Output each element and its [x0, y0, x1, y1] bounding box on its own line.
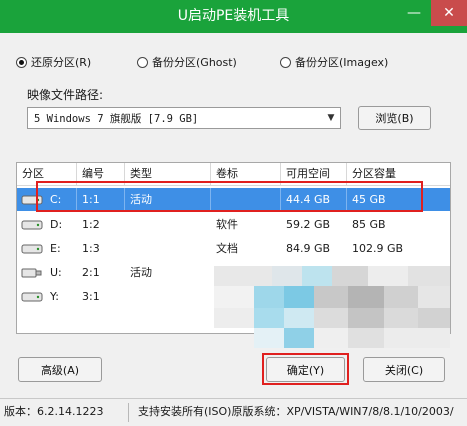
cell-partition: Y:: [50, 290, 59, 303]
radio-backup-imagex[interactable]: 备份分区(Imagex): [280, 54, 388, 70]
radio-unselected-icon[interactable]: [280, 56, 291, 68]
cell-free-space: 59.2 GB: [286, 218, 331, 231]
pixelated-redaction: [214, 266, 450, 348]
radio-restore-partition[interactable]: 还原分区(R): [16, 54, 91, 70]
cell-number: 1:3: [82, 242, 100, 255]
cell-type: 活动: [130, 266, 152, 279]
cell-number: 3:1: [82, 290, 100, 303]
radio-label: 备份分区(Ghost): [152, 56, 237, 69]
version-text: 版本：6.2.14.1223: [4, 405, 104, 418]
cell-label: 文档: [216, 242, 238, 255]
cell-type: [125, 213, 211, 236]
table-row[interactable]: D: 1:2 软件 59.2 GB 85 GB: [17, 213, 450, 236]
cell-type: [125, 285, 211, 308]
image-file-select[interactable]: 5 Windows 7 旗舰版 [7.9 GB] ▼: [27, 107, 341, 129]
radio-label: 备份分区(Imagex): [295, 56, 389, 69]
cell-capacity: 85 GB: [352, 218, 386, 231]
usb-drive-icon: [21, 268, 42, 278]
disk-drive-icon: [21, 292, 43, 302]
disk-drive-icon: [21, 220, 43, 230]
confirm-button-highlight: [262, 353, 349, 385]
installer-window: U启动PE装机工具 — ✕ 还原分区(R) 备份分区(Ghost) 备份分区(I…: [0, 0, 467, 426]
title-bar: U启动PE装机工具 — ✕: [0, 0, 467, 33]
radio-unselected-icon[interactable]: [137, 56, 148, 68]
cell-type: [125, 237, 211, 260]
radio-backup-ghost[interactable]: 备份分区(Ghost): [137, 54, 237, 70]
close-window-button[interactable]: ✕: [431, 0, 467, 26]
cell-capacity: 102.9 GB: [352, 242, 404, 255]
table-row[interactable]: E: 1:3 文档 84.9 GB 102.9 GB: [17, 237, 450, 260]
mode-radio-group: 还原分区(R) 备份分区(Ghost) 备份分区(Imagex): [16, 54, 457, 70]
disk-drive-icon: [21, 244, 43, 254]
cell-label: 软件: [216, 218, 238, 231]
cell-number: 2:1: [82, 266, 100, 279]
advanced-button[interactable]: 高级(A): [18, 357, 102, 382]
radio-selected-icon[interactable]: [16, 56, 27, 68]
supported-systems-text: 支持安装所有(ISO)原版系统：XP/VISTA/WIN7/8/8.1/10/2…: [138, 405, 454, 418]
cell-partition: E:: [50, 242, 61, 255]
status-bar: 版本：6.2.14.1223 支持安装所有(ISO)原版系统：XP/VISTA/…: [0, 398, 467, 426]
image-file-value: 5 Windows 7 旗舰版 [7.9 GB]: [34, 112, 199, 125]
chevron-down-icon[interactable]: ▼: [322, 113, 340, 123]
image-path-label: 映像文件路径:: [27, 88, 104, 102]
selected-partition-highlight: [36, 181, 423, 212]
cell-partition: U:: [50, 266, 62, 279]
status-divider: [128, 403, 129, 422]
browse-button[interactable]: 浏览(B): [358, 106, 431, 130]
cell-number: 1:2: [82, 218, 100, 231]
radio-label: 还原分区(R): [31, 56, 92, 69]
minimize-button[interactable]: —: [397, 0, 431, 26]
cell-partition: D:: [50, 218, 63, 231]
close-button[interactable]: 关闭(C): [363, 357, 445, 382]
cell-free-space: 84.9 GB: [286, 242, 331, 255]
